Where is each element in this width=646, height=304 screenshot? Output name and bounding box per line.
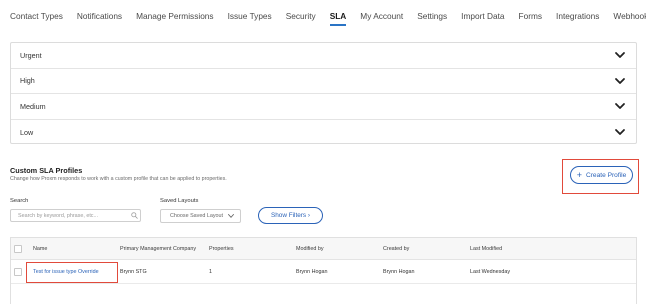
tab-security[interactable]: Security [286,0,316,30]
column-header-last-modified[interactable]: Last Modified [470,246,502,252]
search-label: Search [10,198,29,204]
tab-issue-types[interactable]: Issue Types [228,0,272,30]
tab-notifications[interactable]: Notifications [77,0,122,30]
column-header-company[interactable]: Primary Management Company [120,246,196,252]
saved-layouts-label: Saved Layouts [160,198,199,204]
priority-row-urgent[interactable]: Urgent [11,43,636,69]
chevron-down-icon[interactable] [614,127,626,137]
column-header-properties[interactable]: Properties [209,246,234,252]
tab-contact-types[interactable]: Contact Types [10,0,63,30]
tab-forms[interactable]: Forms [519,0,543,30]
priority-row-low[interactable]: Low [11,120,636,146]
chevron-down-icon[interactable] [614,50,626,60]
priority-label: High [20,76,35,86]
search-icon[interactable] [131,212,138,219]
create-profile-button[interactable]: + Create Profile [570,166,633,184]
priority-row-medium[interactable]: Medium [11,94,636,120]
row-checkbox[interactable] [14,268,22,276]
chevron-down-icon [228,214,234,218]
column-header-created-by[interactable]: Created by [383,246,409,252]
chevron-down-icon[interactable] [614,101,626,111]
modified-by-cell: Brynn Hogan [296,269,328,275]
search-input[interactable] [10,209,141,222]
show-filters-button[interactable]: Show Filters › [258,207,323,224]
plus-icon: + [576,169,582,180]
profiles-table: Name Primary Management Company Properti… [10,237,637,304]
create-profile-label: Create Profile [585,171,627,179]
column-header-name[interactable]: Name [33,246,47,252]
priority-label: Low [20,127,34,137]
tab-settings[interactable]: Settings [417,0,447,30]
section-title: Custom SLA Profiles [10,166,83,175]
table-row[interactable]: Test for issue type Override Brynn STG 1… [11,260,636,284]
chevron-down-icon[interactable] [614,76,626,86]
priority-label: Urgent [20,50,42,60]
tab-integrations[interactable]: Integrations [556,0,599,30]
tab-my-account[interactable]: My Account [360,0,403,30]
column-header-modified-by[interactable]: Modified by [296,246,324,252]
tab-webhooks[interactable]: Webhooks [613,0,646,30]
select-all-checkbox[interactable] [14,245,22,253]
priority-label: Medium [20,101,46,111]
profile-name-link[interactable]: Test for issue type Override [33,269,99,275]
last-modified-cell: Last Wednesday [470,269,511,275]
priority-accordion: Urgent High Medium Low [10,42,637,144]
priority-row-high[interactable]: High [11,69,636,94]
table-header: Name Primary Management Company Properti… [11,238,636,260]
settings-tabs: Contact Types Notifications Manage Permi… [10,0,646,30]
saved-layouts-value: Choose Saved Layout [170,213,224,219]
tab-sla[interactable]: SLA [329,0,347,26]
tab-import-data[interactable]: Import Data [461,0,504,30]
properties-cell: 1 [209,269,212,275]
saved-layouts-select[interactable]: Choose Saved Layout [160,209,241,223]
section-description: Change how Proxm responds to work with a… [10,176,227,182]
created-by-cell: Brynn Hogan [383,269,415,275]
tab-manage-permissions[interactable]: Manage Permissions [136,0,213,30]
company-cell: Brynn STG [120,269,147,275]
